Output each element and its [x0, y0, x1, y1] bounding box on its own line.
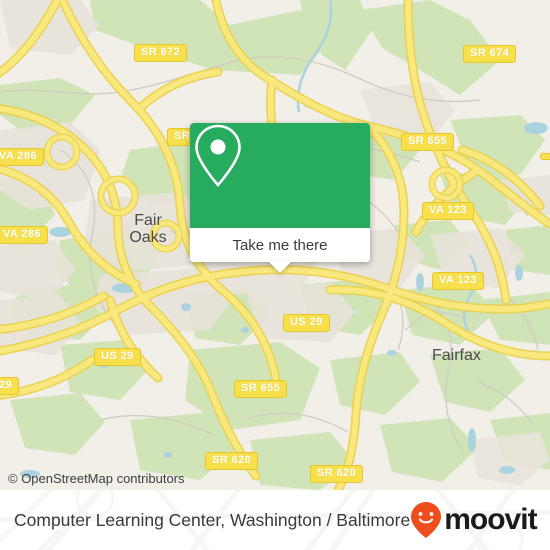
shield-sr-620-e: SR 620	[310, 465, 364, 483]
shield-sr-655-s: SR 655	[234, 380, 288, 398]
shield-us-29-w: US 29	[94, 348, 141, 366]
popup-pointer	[268, 261, 292, 273]
shield-edge-right	[540, 153, 550, 160]
shield-sr-655-n: SR 655	[401, 133, 455, 151]
footer-bar: Computer Learning Center, Washington / B…	[0, 490, 550, 550]
shield-us-29-e: US 29	[283, 314, 330, 332]
location-title: Computer Learning Center, Washington / B…	[14, 509, 411, 530]
moovit-wordmark: moovit	[444, 503, 537, 536]
shield-va-123-n: VA 123	[422, 202, 474, 220]
shield-va-286-s: VA 286	[0, 226, 48, 244]
map-canvas[interactable]: Fair Oaks Fairfax SR 672 SR 674 SR SR 65…	[0, 0, 550, 490]
shield-29-edge: 29	[0, 377, 20, 395]
place-label-fairfax: Fairfax	[432, 347, 481, 364]
place-label-fair-oaks: Fair Oaks	[118, 212, 178, 246]
footer-content: Computer Learning Center, Washington / B…	[0, 490, 550, 550]
moovit-smiley-pin-icon	[411, 502, 442, 538]
shield-sr-674: SR 674	[463, 45, 517, 63]
map-screenshot: Fair Oaks Fairfax SR 672 SR 674 SR SR 65…	[0, 0, 550, 550]
shield-sr-672: SR 672	[134, 44, 188, 62]
place-label-line2: Oaks	[129, 229, 167, 246]
shield-va-286-n: VA 286	[0, 148, 44, 166]
popup-image	[190, 123, 370, 228]
place-label-line1: Fair	[134, 212, 162, 229]
moovit-logo[interactable]: moovit	[410, 501, 538, 539]
take-me-there-button[interactable]: Take me there	[190, 228, 370, 262]
map-pin-icon	[195, 124, 241, 187]
location-popup[interactable]: Take me there	[190, 123, 370, 273]
osm-attribution[interactable]: © OpenStreetMap contributors	[8, 471, 185, 486]
shield-sr-620-w: SR 620	[205, 452, 259, 470]
shield-va-123-s: VA 123	[432, 272, 484, 290]
